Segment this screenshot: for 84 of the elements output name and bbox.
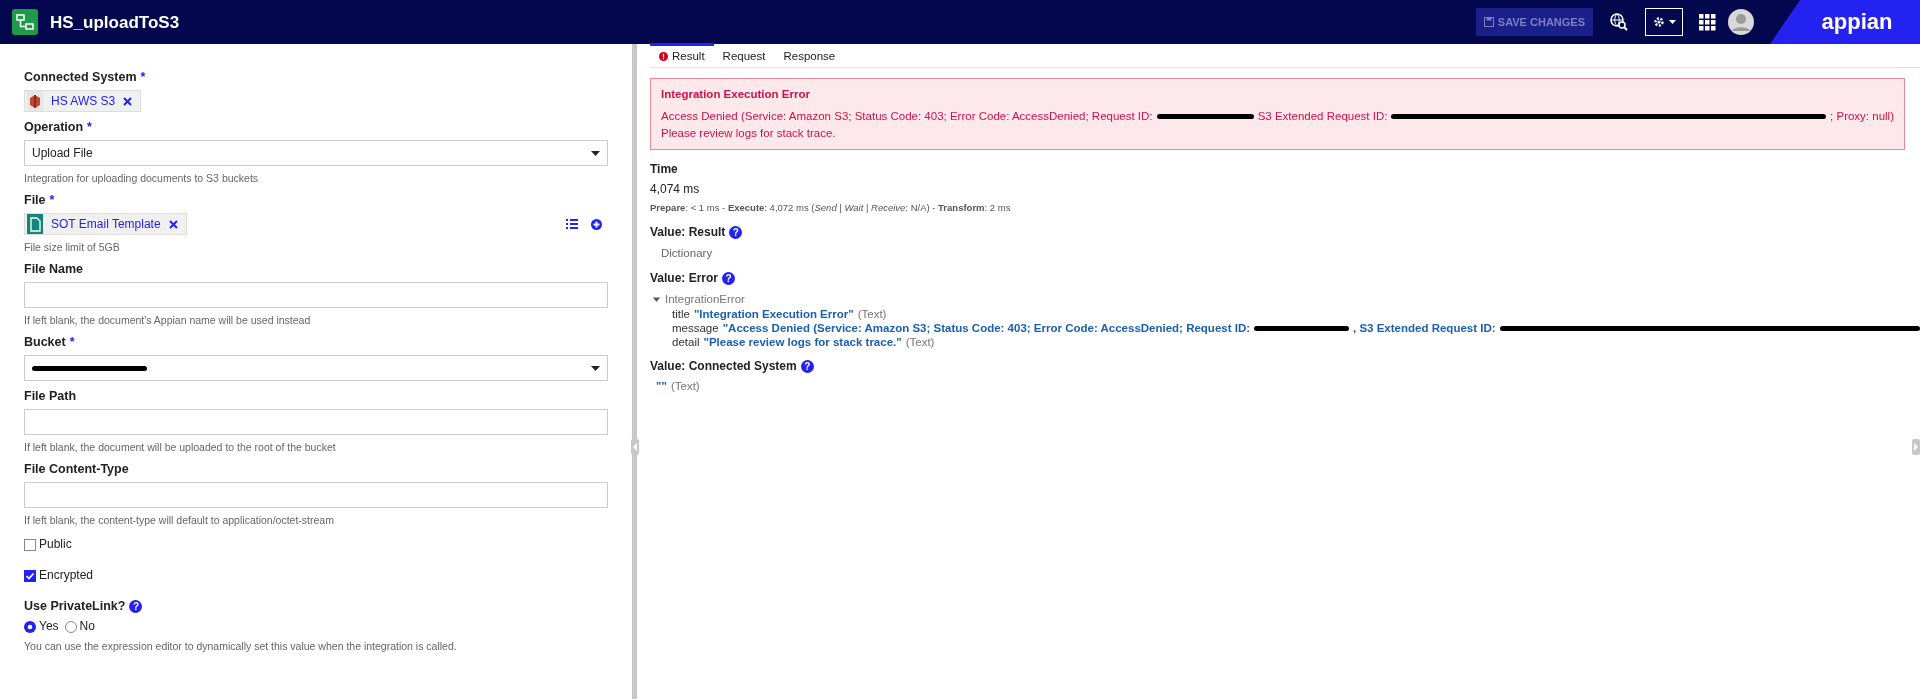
error-title: Integration Execution Error bbox=[661, 87, 811, 102]
text-input-field[interactable] bbox=[24, 282, 608, 308]
required-mark: * bbox=[69, 335, 75, 350]
field-help-text: If left blank, the document's Appian name will be used instead bbox=[24, 314, 312, 327]
required-mark: * bbox=[140, 70, 146, 85]
record-chip[interactable]: HS AWS S3 bbox=[24, 90, 142, 112]
brand-logo: appian bbox=[1821, 9, 1893, 35]
value-type: (Text) bbox=[670, 379, 700, 394]
time-breakdown: Prepare: < 1 ms - Execute: 4,072 ms (Send | Wait | Receive: N/A) - Transform: 2 ms bbox=[650, 201, 1012, 215]
list-icon[interactable] bbox=[566, 219, 578, 229]
value-type: (Text) bbox=[857, 307, 887, 321]
required-mark: * bbox=[49, 193, 55, 208]
field-help-text: If left blank, the content-type will default to application/octet-stream bbox=[24, 514, 335, 527]
field-label: Operation bbox=[24, 120, 84, 135]
value-string: "Please review logs for stack trace." bbox=[703, 335, 902, 349]
dropdown-caret-icon bbox=[591, 365, 600, 371]
checkbox[interactable] bbox=[24, 538, 36, 551]
field-label: File Content-Type bbox=[24, 462, 129, 477]
save-icon bbox=[1483, 17, 1494, 27]
add-icon[interactable] bbox=[591, 218, 602, 230]
checkbox-label: Encrypted bbox=[39, 568, 94, 583]
app-grid-icon[interactable] bbox=[1699, 13, 1716, 31]
settings-icon bbox=[1652, 16, 1665, 28]
field-help-text: You can use the expression editor to dynamically set this value when the integration is called. bbox=[24, 640, 458, 653]
remove-icon[interactable] bbox=[123, 96, 133, 106]
section-heading: Value: Result bbox=[650, 225, 726, 240]
field-label: Bucket bbox=[24, 335, 66, 350]
radio-label: Yes bbox=[39, 619, 59, 634]
error-message-text: S3 Extended Request ID: bbox=[1257, 109, 1388, 124]
field-label: Connected System bbox=[24, 70, 137, 85]
radio-button[interactable] bbox=[24, 620, 36, 633]
expand-caret-icon[interactable] bbox=[653, 296, 660, 303]
help-icon[interactable]: ? bbox=[729, 226, 743, 239]
section-heading: Value: Connected System bbox=[650, 359, 797, 374]
radio-button[interactable] bbox=[64, 620, 77, 633]
field-label: File Path bbox=[24, 389, 77, 404]
value-string: "" bbox=[656, 379, 667, 394]
value-type: (Text) bbox=[905, 335, 935, 349]
tree-node-label: IntegrationError bbox=[665, 292, 745, 307]
result-tab[interactable]: Result bbox=[650, 43, 714, 67]
time-value: 4,074 ms bbox=[650, 182, 701, 197]
record-chip[interactable]: SOT Email Template bbox=[24, 213, 187, 235]
system-icon bbox=[27, 91, 43, 111]
result-tab[interactable]: Response bbox=[774, 43, 845, 67]
value-string: "Integration Execution Error" bbox=[693, 307, 854, 321]
dropdown-field[interactable] bbox=[24, 355, 608, 381]
text-input-field[interactable] bbox=[24, 482, 608, 508]
text-input-field[interactable] bbox=[24, 409, 608, 435]
result-value: Dictionary bbox=[661, 246, 714, 261]
value-string: "Access Denied (Service: Amazon S3; Status Code: 403; Error Code: AccessDenied; Request ID: bbox=[722, 321, 1251, 335]
error-detail-text: Please review logs for stack trace. bbox=[661, 126, 837, 141]
field-help-text: Integration for uploading documents to S3 buckets bbox=[24, 172, 260, 185]
field-label: Use PrivateLink? bbox=[24, 599, 126, 614]
integration-icon bbox=[12, 9, 38, 35]
help-icon[interactable]: ? bbox=[722, 272, 736, 285]
checkbox-label: Public bbox=[39, 537, 72, 552]
dropdown-caret-icon bbox=[591, 150, 600, 156]
avatar-icon[interactable] bbox=[1728, 9, 1754, 35]
result-tab[interactable]: Request bbox=[713, 43, 775, 67]
radio-label: No bbox=[79, 619, 95, 634]
expand-handle-icon[interactable] bbox=[1912, 439, 1920, 455]
value-string: , S3 Extended Request ID: bbox=[1353, 321, 1496, 335]
tree-key: title bbox=[672, 307, 690, 321]
page-title: HS_uploadToS3 bbox=[50, 14, 180, 30]
dropdown-field[interactable]: Upload File bbox=[24, 140, 608, 166]
section-heading: Value: Error bbox=[650, 271, 719, 286]
required-mark: * bbox=[87, 120, 92, 135]
field-help-text: File size limit of 5GB bbox=[24, 241, 121, 254]
help-icon[interactable]: ? bbox=[129, 600, 143, 613]
field-label: File Name bbox=[24, 262, 84, 277]
tree-key: message bbox=[672, 321, 719, 335]
tree-key: detail bbox=[672, 335, 700, 349]
remove-icon[interactable] bbox=[168, 219, 178, 229]
checkbox[interactable] bbox=[24, 569, 36, 582]
caret-icon bbox=[1668, 20, 1676, 24]
error-message-text: ; Proxy: null) bbox=[1830, 109, 1894, 124]
section-heading: Time bbox=[650, 162, 679, 177]
globe-search-icon[interactable] bbox=[1609, 12, 1629, 32]
help-icon[interactable]: ? bbox=[800, 360, 814, 373]
document-icon bbox=[27, 214, 43, 234]
field-help-text: If left blank, the document will be uploaded to the root of the bucket bbox=[24, 441, 337, 454]
field-label: File bbox=[24, 193, 46, 208]
settings-menu-button[interactable] bbox=[1645, 8, 1683, 36]
error-message-text: Access Denied (Service: Amazon S3; Status Code: 403; Error Code: AccessDenied; Request ID: bbox=[661, 109, 1153, 124]
